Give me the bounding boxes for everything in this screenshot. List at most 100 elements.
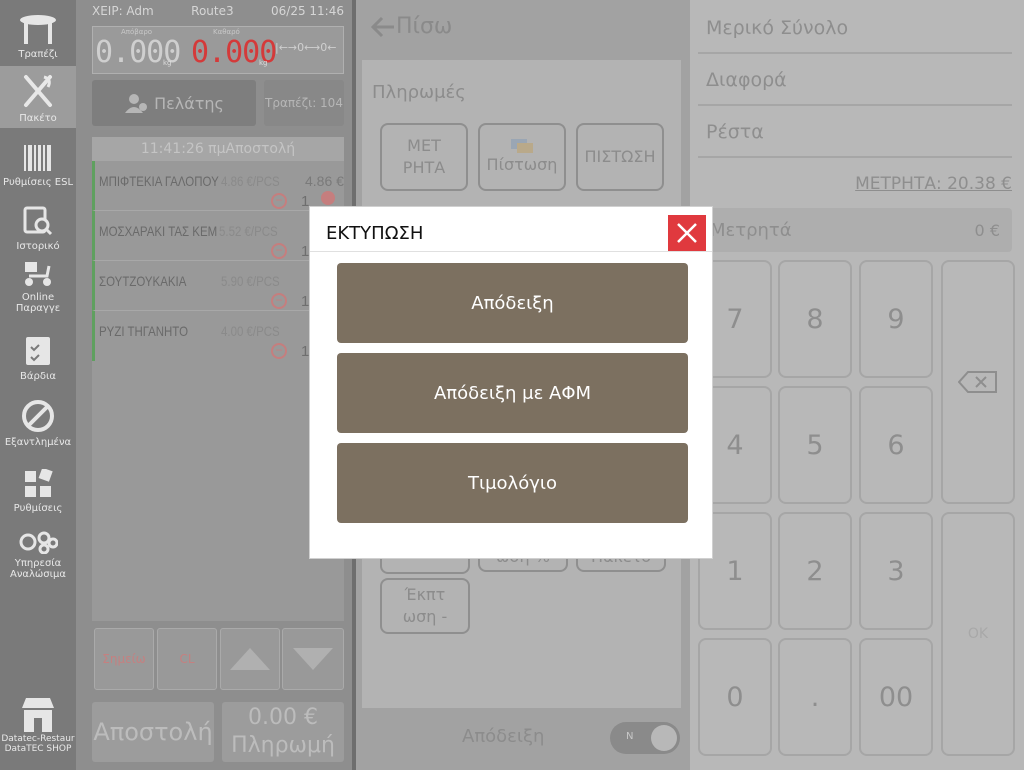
customer-button[interactable]: Πελάτης — [92, 80, 256, 126]
discount-amount-button[interactable]: Έκπτ ωση - — [380, 578, 470, 634]
key-label: 6 — [887, 429, 905, 461]
key-label: 1 — [726, 555, 744, 587]
store-name: Datatec-Restaur — [1, 734, 75, 744]
clipboard-check-icon — [26, 337, 50, 365]
backspace-key[interactable] — [941, 260, 1015, 504]
key-9[interactable]: 9 — [859, 260, 933, 378]
table-row[interactable]: ΜΠΙΦΤΕΚΙΑ ΓΑΛΟΠΟΥ 4.86 €/PCS 4.86 € − 1 — [92, 161, 344, 211]
change-label: Ρέστα — [706, 121, 764, 143]
invoice-option-button[interactable]: Τιμολόγιο — [337, 443, 688, 523]
receipt-option-button[interactable]: Απόδειξη — [337, 263, 688, 343]
sidebar-item-label: Πακέτο — [19, 113, 57, 124]
toggle-state: N — [626, 731, 634, 742]
decrease-qty-button[interactable]: − — [271, 243, 287, 259]
zero-button[interactable]: →0← — [311, 41, 336, 54]
decrease-qty-button[interactable]: − — [271, 193, 287, 209]
triangle-up-icon — [230, 648, 270, 670]
receipt-toggle-row: Απόδειξη N — [356, 712, 690, 764]
backspace-icon — [958, 371, 997, 393]
send-button[interactable]: Αποστολή — [92, 702, 214, 762]
summary-panel: Μερικό Σύνολο Διαφορά Ρέστα ΜΕΤΡΗΤΑ: 20.… — [690, 0, 1024, 770]
change-row: Ρέστα — [698, 108, 1012, 158]
item-unit-price: 4.86 €/PCS — [221, 173, 280, 189]
cash-input-value: 0 € — [974, 220, 1000, 240]
key-label: 7 — [726, 303, 744, 335]
close-button[interactable] — [668, 215, 706, 251]
item-name: ΜΟΣΧΑΡΑΚΙ ΤΑΣ ΚΕΜ — [99, 223, 218, 239]
store-subtitle: DataTEC SHOP — [4, 744, 72, 754]
cash-input[interactable]: Μετρητά 0 € — [698, 208, 1012, 252]
key-dot[interactable]: . — [778, 638, 852, 756]
table-button[interactable]: Τραπέζι: 104 — [264, 80, 344, 126]
sidebar-item-shift[interactable]: Βάρδια — [0, 322, 76, 386]
pay-button-label: Πληρωμή — [231, 733, 335, 758]
order-header: ΧΕΙΡ: Adm Route3 06/25 11:46 — [92, 4, 344, 22]
decrease-qty-button[interactable]: − — [271, 343, 287, 359]
clear-button[interactable]: CL — [157, 628, 217, 690]
receipt-vat-option-button[interactable]: Απόδειξη με ΑΦΜ — [337, 353, 688, 433]
key-3[interactable]: 3 — [859, 512, 933, 630]
notes-button[interactable]: Σημείω — [94, 628, 154, 690]
item-unit-price: 5.52 €/PCS — [219, 223, 278, 239]
item-name: ΡΥΖΙ ΤΗΓΑΝΗΤΟ — [99, 323, 189, 339]
decrease-qty-button[interactable]: − — [271, 293, 287, 309]
key-label: . — [810, 681, 820, 713]
credit-method-button[interactable]: Πίστωση — [478, 123, 566, 191]
pay-amount: 0.00 € — [248, 705, 318, 730]
item-total: 4.86 € — [305, 173, 344, 189]
dialog-title: ΕΚΤΥΠΩΣΗ — [326, 223, 424, 244]
key-5[interactable]: 5 — [778, 386, 852, 504]
subtotal-row: Μερικό Σύνολο — [698, 4, 1012, 54]
receipt-toggle-label: Απόδειξη — [462, 726, 545, 747]
receipt-option-label: Απόδειξη — [471, 292, 554, 314]
scale-display: Απόβαρο 0.000 kg Καθαρό 0.000 kg |←→0← →… — [92, 26, 344, 74]
back-button[interactable]: Πίσω — [370, 14, 452, 39]
scroll-up-button[interactable] — [220, 628, 280, 690]
key-label: 5 — [806, 429, 824, 461]
table-row[interactable]: ΡΥΖΙ ΤΗΓΑΝΗΤΟ 4.00 €/PCS − 1 — [92, 311, 344, 361]
history-search-icon — [23, 206, 53, 236]
key-0[interactable]: 0 — [698, 638, 772, 756]
sidebar-item-label: Ρυθμίσεις ESL — [2, 177, 74, 188]
sidebar-item-online-orders[interactable]: Online Παραγγε — [0, 254, 76, 318]
key-label: 4 — [726, 429, 744, 461]
scroll-down-button[interactable] — [282, 628, 344, 690]
card-method-button[interactable]: ΠΙΣΤΩΣΗ — [576, 123, 664, 191]
receipt-toggle[interactable]: N — [610, 722, 680, 754]
sidebar-item-settings[interactable]: Ρυθμίσεις — [0, 454, 76, 518]
sidebar-item-table[interactable]: Τραπέζι — [0, 0, 76, 64]
barcode-icon — [24, 145, 51, 171]
datetime-label: 06/25 11:46 — [271, 4, 344, 18]
tare-unit: kg — [163, 59, 172, 67]
close-icon — [677, 223, 697, 243]
sidebar-item-esl-settings[interactable]: Ρυθμίσεις ESL — [0, 128, 76, 192]
sidebar-item-sold-out[interactable]: Εξαντλημένα — [0, 388, 76, 452]
sidebar-item-label: Ρυθμίσεις — [13, 503, 63, 514]
receipt-vat-option-label: Απόδειξη με ΑΦΜ — [433, 382, 592, 404]
key-8[interactable]: 8 — [778, 260, 852, 378]
sidebar-item-label: Βάρδια — [20, 371, 56, 382]
pay-button[interactable]: 0.00 € Πληρωμή — [222, 702, 344, 762]
sidebar-item-history[interactable]: Ιστορικό — [0, 192, 76, 256]
item-name: ΣΟΥΤΖΟΥΚΑΚΙΑ — [99, 273, 187, 289]
key-6[interactable]: 6 — [859, 386, 933, 504]
tare-button[interactable]: |←→0← — [275, 41, 313, 54]
pos-screen: Τραπέζι Πακέτο Ρυθμίσεις ESL Ιστορικό On… — [0, 0, 1024, 770]
ok-key[interactable]: OK — [941, 512, 1015, 756]
sidebar-item-service[interactable]: Υπηρεσία Αναλώσιμα — [0, 526, 76, 584]
key-2[interactable]: 2 — [778, 512, 852, 630]
cash-method-button[interactable]: ΜΕΤ ΡΗΤΑ — [380, 123, 468, 191]
table-row[interactable]: ΜΟΣΧΑΡΑΚΙ ΤΑΣ ΚΕΜ 5.52 €/PCS − 1 — [92, 211, 344, 261]
invoice-option-label: Τιμολόγιο — [468, 472, 557, 494]
ticket-header: 11:41:26 πμΑποστολή — [92, 137, 344, 161]
customer-button-label: Πελάτης — [154, 93, 224, 113]
table-row[interactable]: ΣΟΥΤΖΟΥΚΑΚΙΑ 5.90 €/PCS − 1 — [92, 261, 344, 311]
sidebar-item-package[interactable]: Πακέτο — [0, 66, 76, 128]
cashier-label: ΧΕΙΡ: Adm — [92, 4, 154, 18]
key-label: 9 — [887, 303, 905, 335]
key-label: 8 — [806, 303, 824, 335]
sidebar-item-label: Υπηρεσία Αναλώσιμα — [10, 558, 66, 580]
payment-title: Πληρωμές — [372, 82, 466, 103]
key-00[interactable]: 00 — [859, 638, 933, 756]
increase-qty-button[interactable] — [321, 191, 335, 205]
